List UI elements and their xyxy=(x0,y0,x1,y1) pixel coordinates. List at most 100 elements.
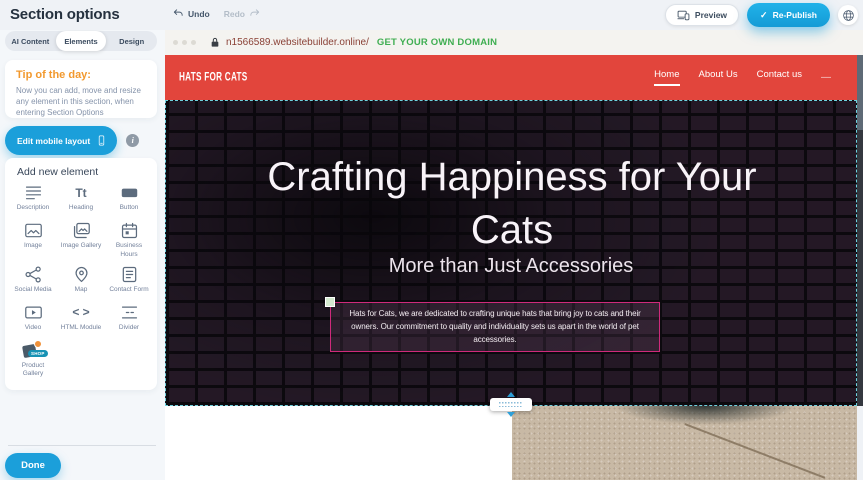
element-label: Video xyxy=(11,324,55,333)
nav-item-about[interactable]: About Us xyxy=(699,69,738,86)
phone-icon xyxy=(96,133,107,148)
element-item-video[interactable]: Video xyxy=(9,304,57,336)
scrollbar-thumb[interactable] xyxy=(857,55,863,130)
redo-button[interactable]: Redo xyxy=(224,8,260,19)
map-pin-icon xyxy=(72,266,91,283)
next-section xyxy=(165,406,857,480)
browser-dot xyxy=(182,40,187,45)
republish-button[interactable]: ✓ Re-Publish xyxy=(747,3,830,27)
element-label: Button xyxy=(107,204,151,213)
element-item-button[interactable]: Button xyxy=(105,184,153,216)
section-resize-handle[interactable] xyxy=(489,392,533,417)
hero-section-selected[interactable]: Crafting Happiness for Your Cats More th… xyxy=(165,100,857,406)
history-controls: Undo Redo xyxy=(173,8,260,19)
topbar: Section options Undo Redo Preview ✓ Re-P… xyxy=(0,0,863,30)
site-logo[interactable]: HATS FOR CATS xyxy=(179,71,247,84)
hero-heading[interactable]: Crafting Happiness for Your Cats xyxy=(262,151,762,257)
edit-mobile-label: Edit mobile layout xyxy=(17,136,90,146)
element-item-html-module[interactable]: < > HTML Module xyxy=(57,304,105,336)
nav-item-home[interactable]: Home xyxy=(654,69,679,86)
hero-textbox-selected[interactable]: Hats for Cats, we are dedicated to craft… xyxy=(330,302,660,352)
carpet-photo xyxy=(512,406,857,480)
info-icon[interactable]: i xyxy=(126,134,139,147)
element-label: Image Gallery xyxy=(59,242,103,251)
business-hours-icon xyxy=(120,222,139,239)
element-item-product-gallery[interactable]: SHOP Product Gallery xyxy=(9,342,57,380)
element-item-image-gallery[interactable]: Image Gallery xyxy=(57,222,105,260)
selection-handle[interactable] xyxy=(325,297,335,307)
product-gallery-icon: SHOP xyxy=(22,342,44,359)
button-icon xyxy=(120,184,139,201)
preview-button[interactable]: Preview xyxy=(665,4,739,26)
element-item-contact-form[interactable]: Contact Form xyxy=(105,266,153,298)
globe-icon xyxy=(842,9,855,22)
premium-badge-icon xyxy=(34,340,42,348)
get-domain-link[interactable]: GET YOUR OWN DOMAIN xyxy=(377,37,497,48)
resize-arrow-up-icon xyxy=(507,392,515,397)
republish-label: Re-Publish xyxy=(773,10,817,20)
language-globe-button[interactable] xyxy=(838,5,858,25)
resize-arrow-down-icon xyxy=(507,412,515,417)
tip-title: Tip of the day: xyxy=(16,69,146,81)
tab-ai-content[interactable]: AI Content xyxy=(5,31,56,51)
browser-bar: n1566589.websitebuilder.online/ GET YOUR… xyxy=(165,30,863,55)
redo-label: Redo xyxy=(224,9,245,19)
undo-button[interactable]: Undo xyxy=(173,8,210,19)
video-icon xyxy=(24,304,43,321)
tip-body: Now you can add, move and resize any ele… xyxy=(16,85,146,119)
nav-item-contact[interactable]: Contact us xyxy=(757,69,802,86)
image-icon xyxy=(24,222,43,239)
element-label: Product Gallery xyxy=(11,362,55,380)
html-module-icon: < > xyxy=(72,304,89,321)
done-button[interactable]: Done xyxy=(5,453,61,478)
preview-label: Preview xyxy=(695,10,727,20)
element-item-divider[interactable]: Divider xyxy=(105,304,153,336)
site-header[interactable]: HATS FOR CATS Home About Us Contact us — xyxy=(165,55,857,100)
page-title: Section options xyxy=(10,6,120,23)
site-preview: n1566589.websitebuilder.online/ GET YOUR… xyxy=(165,30,863,480)
element-item-map[interactable]: Map xyxy=(57,266,105,298)
site-nav: Home About Us Contact us — xyxy=(654,69,857,86)
description-icon xyxy=(24,184,43,201)
lock-icon xyxy=(210,37,220,48)
hero-body-text: Hats for Cats, we are dedicated to craft… xyxy=(335,308,655,346)
nav-more-icon[interactable]: — xyxy=(821,76,831,80)
divider-icon xyxy=(120,304,139,321)
tab-elements[interactable]: Elements xyxy=(56,31,107,51)
undo-icon xyxy=(173,8,184,19)
check-icon: ✓ xyxy=(760,10,768,21)
devices-icon xyxy=(677,10,690,21)
topbar-actions: Preview ✓ Re-Publish xyxy=(665,3,858,27)
tip-of-the-day-card: Tip of the day: Now you can add, move an… xyxy=(5,60,157,118)
element-grid: Description Tt Heading Button Image Imag… xyxy=(9,184,153,379)
heading-icon: Tt xyxy=(75,184,86,201)
element-item-social-media[interactable]: Social Media xyxy=(9,266,57,298)
image-gallery-icon xyxy=(72,222,91,239)
edit-mobile-layout-button[interactable]: Edit mobile layout xyxy=(5,126,117,155)
element-item-description[interactable]: Description xyxy=(9,184,57,216)
redo-icon xyxy=(249,8,260,19)
site-url[interactable]: n1566589.websitebuilder.online/ xyxy=(226,37,369,48)
element-label: Image xyxy=(11,242,55,251)
floor-seam xyxy=(685,423,826,478)
element-item-image[interactable]: Image xyxy=(9,222,57,260)
element-item-business-hours[interactable]: Business Hours xyxy=(105,222,153,260)
element-label: Divider xyxy=(107,324,151,333)
contact-form-icon xyxy=(120,266,139,283)
undo-label: Undo xyxy=(188,9,210,19)
sidebar-divider xyxy=(8,445,156,446)
browser-dot xyxy=(191,40,196,45)
hero-subheading[interactable]: More than Just Accessories xyxy=(166,255,856,278)
tab-design[interactable]: Design xyxy=(106,31,157,51)
element-label: Map xyxy=(59,286,103,295)
shop-badge: SHOP xyxy=(28,350,48,357)
resize-grip[interactable] xyxy=(490,398,532,411)
element-item-heading[interactable]: Tt Heading xyxy=(57,184,105,216)
element-label: Business Hours xyxy=(107,242,151,260)
browser-dot xyxy=(173,40,178,45)
grip-dots-icon xyxy=(499,402,523,407)
element-label: Heading xyxy=(59,204,103,213)
element-label: HTML Module xyxy=(59,324,103,333)
preview-scrollbar[interactable] xyxy=(857,55,863,406)
app-root: Section options Undo Redo Preview ✓ Re-P… xyxy=(0,0,863,480)
